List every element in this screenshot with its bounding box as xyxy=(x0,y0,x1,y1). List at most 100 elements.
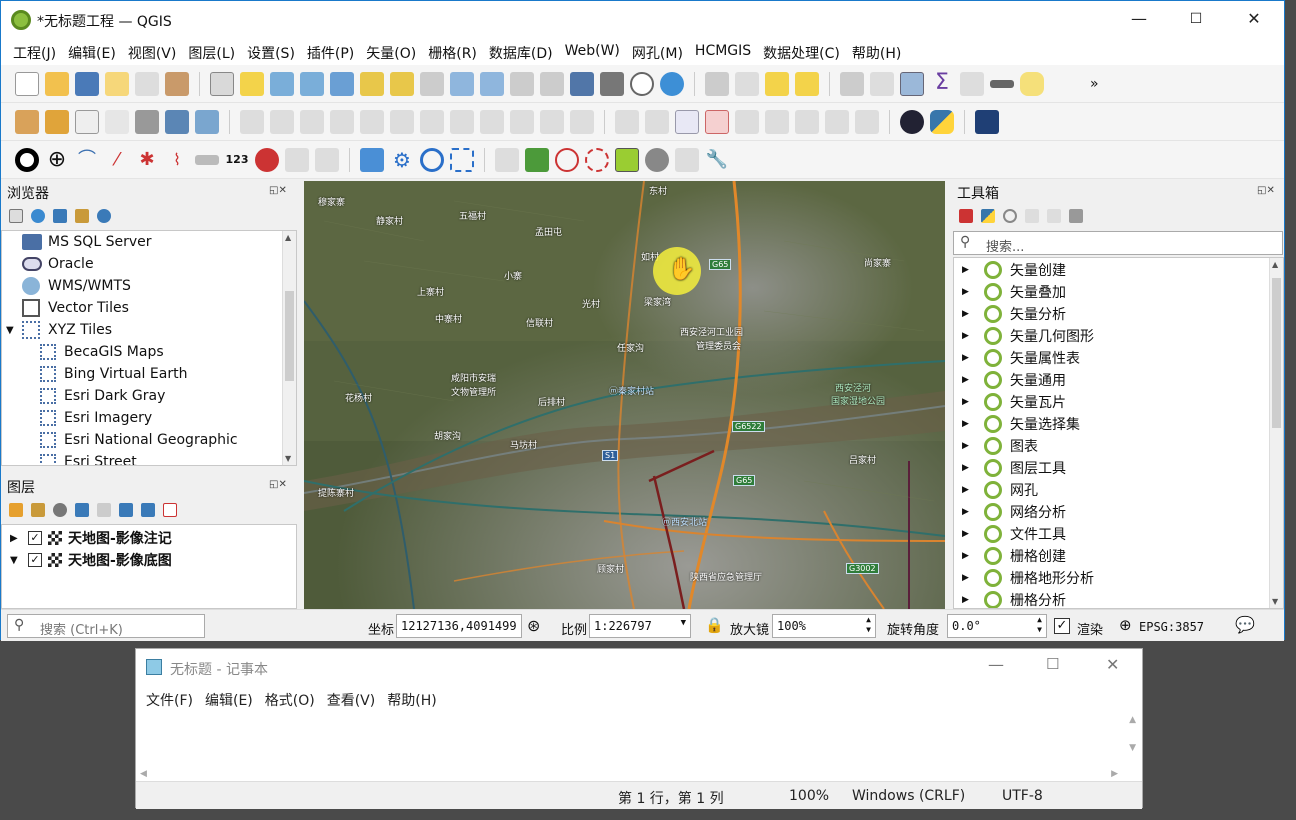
modify-attributes-icon[interactable] xyxy=(390,109,414,134)
notepad-menu-help[interactable]: 帮助(H) xyxy=(381,687,442,711)
close-button[interactable]: ✕ xyxy=(1244,9,1264,29)
scroll-down-icon[interactable]: ▼ xyxy=(1129,743,1136,753)
expand-arrow-icon[interactable]: ▼ xyxy=(6,325,22,336)
print-layout-icon[interactable] xyxy=(135,71,159,96)
toolbox-item[interactable]: ▶ 矢量属性表 xyxy=(954,347,1080,369)
crs-globe-icon[interactable]: ⊕ xyxy=(1119,616,1132,634)
edit-features-icon[interactable] xyxy=(1047,209,1061,223)
scroll-up-icon[interactable]: ▲ xyxy=(1272,260,1278,269)
polyline-tool-icon[interactable]: ⁄ xyxy=(105,148,129,172)
browser-item-esri-imagery[interactable]: Esri Imagery xyxy=(2,407,152,429)
browser-item-xyz-tiles[interactable]: ▼ XYZ Tiles xyxy=(2,319,112,341)
scroll-down-icon[interactable]: ▼ xyxy=(285,454,291,463)
cut-features-icon[interactable] xyxy=(450,109,474,134)
collapse-all-icon[interactable] xyxy=(75,209,89,223)
notepad-maximize-button[interactable]: ☐ xyxy=(1046,655,1059,673)
toolbox-item[interactable]: ▶ 网孔 xyxy=(954,479,1038,501)
globe-plugin-icon[interactable] xyxy=(900,109,924,134)
toolbox-float-close-icon[interactable]: ◱✕ xyxy=(1257,185,1275,196)
scroll-thumb[interactable] xyxy=(285,291,294,381)
bookmark-icon[interactable] xyxy=(570,71,594,96)
scroll-thumb[interactable] xyxy=(1272,278,1281,428)
menu-plugins[interactable]: 插件(P) xyxy=(301,39,360,65)
scripts-icon[interactable] xyxy=(981,209,995,223)
zoom-to-selection-icon[interactable] xyxy=(360,71,384,96)
notepad-menu-edit[interactable]: 编辑(E) xyxy=(199,687,259,711)
add-wms-icon[interactable] xyxy=(165,109,189,134)
label-show-hide-icon[interactable] xyxy=(735,109,759,134)
field-calculator-icon[interactable] xyxy=(840,71,864,96)
menu-mesh[interactable]: 网孔(M) xyxy=(626,39,689,65)
coordinate-field[interactable]: 12127136,4091499 xyxy=(396,614,522,638)
add-group-icon[interactable] xyxy=(31,503,45,517)
label-abc-icon[interactable] xyxy=(705,109,729,134)
browser-item-oracle[interactable]: Oracle xyxy=(2,253,94,275)
notepad-text-area[interactable]: ▲ ▼ ◀ ▶ xyxy=(136,711,1142,781)
network-icon[interactable] xyxy=(675,147,699,172)
new-3d-view-icon[interactable] xyxy=(540,71,564,96)
label-rotate-icon[interactable] xyxy=(795,109,819,134)
menu-raster[interactable]: 栅格(R) xyxy=(422,39,483,65)
render-checkbox[interactable]: ✓ xyxy=(1054,618,1070,634)
spin-arrows-icon[interactable]: ▲ ▼ xyxy=(1037,615,1042,635)
toolbox-search-input[interactable]: ⚲ 搜索... xyxy=(953,231,1283,255)
browser-item-vector-tiles[interactable]: Vector Tiles xyxy=(2,297,129,319)
scroll-down-icon[interactable]: ▼ xyxy=(1272,597,1278,606)
sum-icon[interactable]: Σ xyxy=(930,71,954,96)
locate-icon[interactable] xyxy=(555,147,579,172)
toolbox-item[interactable]: ▶ 矢量叠加 xyxy=(954,281,1066,303)
menu-project[interactable]: 工程(J) xyxy=(7,39,62,65)
info-icon[interactable] xyxy=(97,209,111,223)
zoom-native-icon[interactable] xyxy=(420,71,444,96)
diagram-icon[interactable] xyxy=(645,109,669,134)
layer-visible-checkbox[interactable]: ✓ xyxy=(28,553,42,567)
processing-toolbox-icon[interactable] xyxy=(900,71,924,96)
crs-label[interactable]: EPSG:3857 xyxy=(1139,620,1204,634)
menu-settings[interactable]: 设置(S) xyxy=(241,39,301,65)
save-project-icon[interactable] xyxy=(75,71,99,96)
add-raster-layer-icon[interactable] xyxy=(45,109,69,134)
layers-float-close-icon[interactable]: ◱✕ xyxy=(269,479,287,490)
web-globe-icon[interactable] xyxy=(645,147,669,172)
magnifier-spinbox[interactable]: 100% ▲ ▼ xyxy=(772,614,876,638)
label-move-icon[interactable] xyxy=(765,109,789,134)
locate-area-icon[interactable] xyxy=(585,147,609,172)
notepad-menu-view[interactable]: 查看(V) xyxy=(321,687,382,711)
open-project-icon[interactable] xyxy=(45,71,69,96)
add-vector-layer-icon[interactable] xyxy=(15,109,39,134)
redo-icon[interactable] xyxy=(570,109,594,134)
curve-tool-icon[interactable]: ⌒ xyxy=(75,148,99,172)
temporal-clock-icon[interactable] xyxy=(630,71,654,96)
refresh-icon[interactable] xyxy=(660,71,684,96)
help-book-icon[interactable] xyxy=(975,109,999,134)
browser-item-bing[interactable]: Bing Virtual Earth xyxy=(2,363,187,385)
save-edits-icon[interactable] xyxy=(300,109,324,134)
label-layer-icon[interactable] xyxy=(615,109,639,134)
models-icon[interactable] xyxy=(959,209,973,223)
collapse-layers-icon[interactable] xyxy=(141,503,155,517)
scroll-right-icon[interactable]: ▶ xyxy=(1111,769,1118,779)
pan-to-selection-icon[interactable] xyxy=(240,71,264,96)
notepad-minimize-button[interactable]: — xyxy=(988,655,1004,674)
show-bookmarks-icon[interactable] xyxy=(600,71,624,96)
menu-edit[interactable]: 编辑(E) xyxy=(62,39,122,65)
more-tools-icon[interactable]: » xyxy=(1090,76,1099,92)
attribute-table-icon[interactable] xyxy=(960,71,984,96)
toolbox-item[interactable]: ▶ 矢量选择集 xyxy=(954,413,1080,435)
toolbox-item[interactable]: ▶ 矢量瓦片 xyxy=(954,391,1066,413)
statistics-icon[interactable] xyxy=(870,71,894,96)
scroll-up-icon[interactable]: ▲ xyxy=(1129,715,1136,725)
menu-processing[interactable]: 数据处理(C) xyxy=(757,39,846,65)
messages-icon[interactable]: 💬 xyxy=(1235,615,1255,634)
zoom-next-icon[interactable] xyxy=(480,71,504,96)
add-feature-icon[interactable] xyxy=(330,109,354,134)
menu-web[interactable]: Web(W) xyxy=(559,39,626,65)
digitize-icon[interactable] xyxy=(105,109,129,134)
notepad-menu-file[interactable]: 文件(F) xyxy=(140,687,199,711)
label-unpin-icon[interactable] xyxy=(855,109,879,134)
spin-arrows-icon[interactable]: ▲ ▼ xyxy=(866,615,871,635)
add-wfs-icon[interactable] xyxy=(195,109,219,134)
add-spatialite-icon[interactable] xyxy=(135,109,159,134)
browser-item-esri-street[interactable]: Esri Street xyxy=(2,451,137,465)
toggle-editing-icon[interactable] xyxy=(240,109,264,134)
